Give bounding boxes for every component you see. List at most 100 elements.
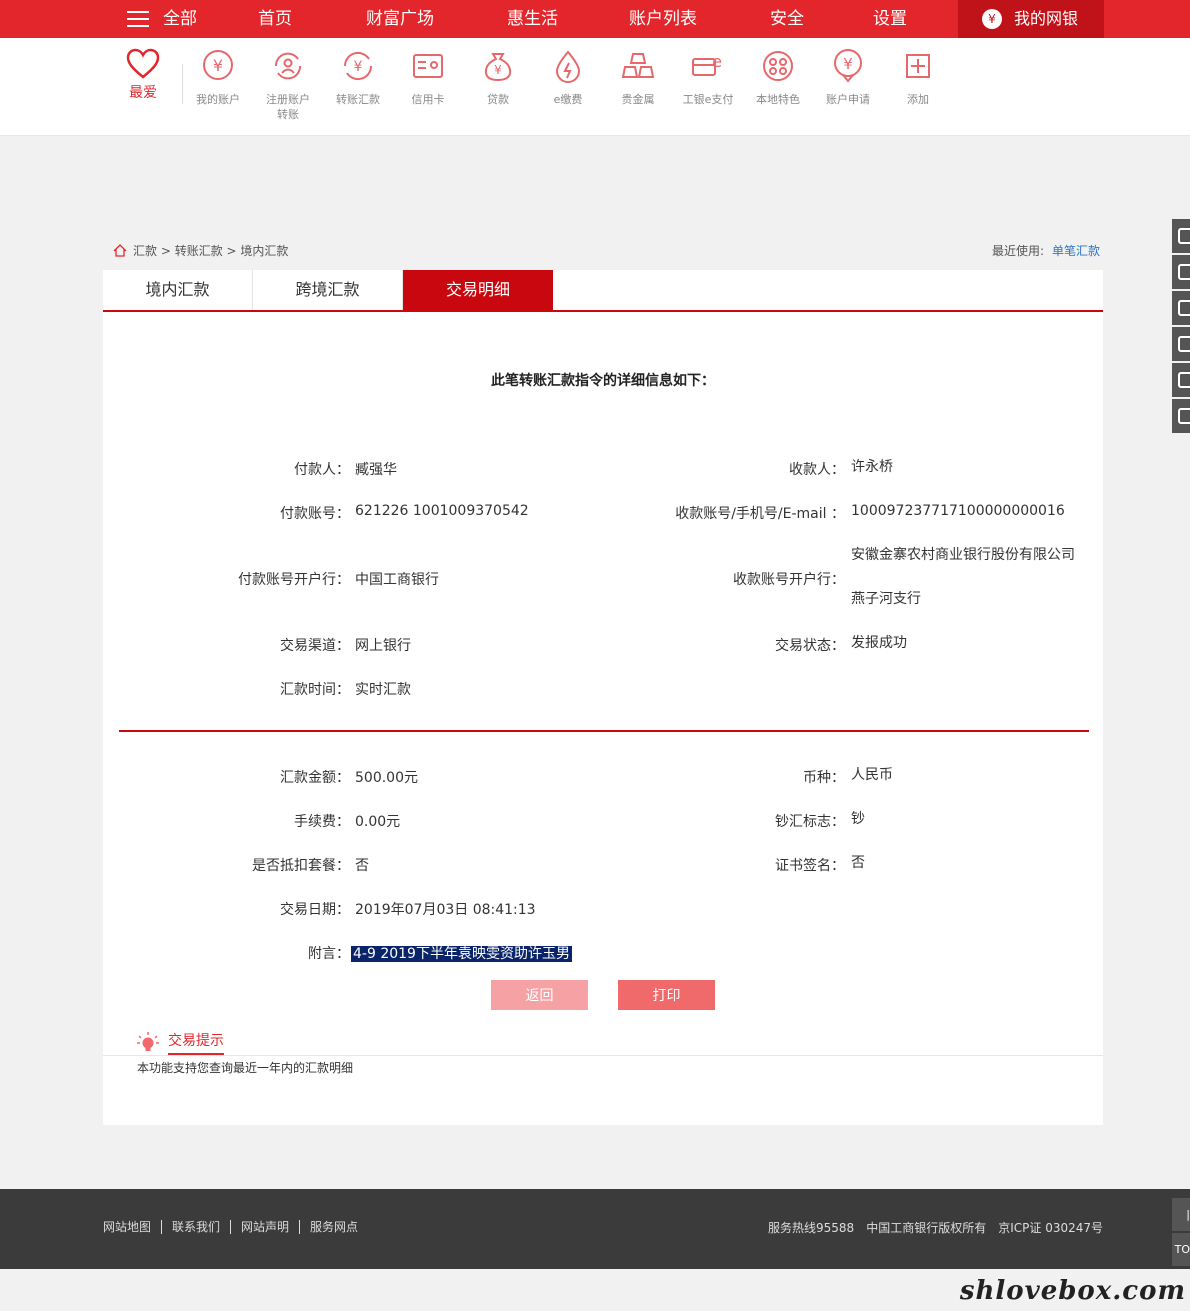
back-button[interactable]: 返回 xyxy=(491,980,588,1010)
payee-account-label: 收款账号/手机号/E-mail ： xyxy=(675,506,845,522)
cash-flag-value: 钞 xyxy=(851,811,865,827)
footer-link-sitemap[interactable]: 网站地图 xyxy=(103,1220,161,1234)
breadcrumb-item-transfer[interactable]: 转账汇款 xyxy=(175,242,223,259)
footer-links: 网站地图 联系我们 网站声明 服务网点 xyxy=(103,1220,368,1234)
svg-text:e: e xyxy=(712,52,722,71)
quick-icbc-epay[interactable]: e 工银e支付 xyxy=(673,48,743,107)
to-top-button[interactable]: TO xyxy=(1172,1233,1190,1266)
side-send-icon[interactable] xyxy=(1172,255,1190,289)
refresh-user-icon xyxy=(274,52,302,80)
yen-bubble-icon: ¥ xyxy=(203,50,233,80)
payee-bank-line2: 燕子河支行 xyxy=(851,591,921,607)
quick-e-payment[interactable]: e缴费 xyxy=(533,48,603,107)
status-value: 发报成功 xyxy=(851,635,907,651)
nav-life[interactable]: 惠生活 xyxy=(507,0,558,38)
drop-bolt-icon xyxy=(555,50,581,83)
currency-label: 币种： xyxy=(803,770,845,786)
footer-link-statement[interactable]: 网站声明 xyxy=(230,1220,299,1234)
nav-accounts[interactable]: 账户列表 xyxy=(629,0,697,38)
footer: 网站地图 联系我们 网站声明 服务网点 服务热线95588 中国工商银行版权所有… xyxy=(0,1189,1190,1269)
payee-account-value: 100097237717100000000016 xyxy=(851,503,1065,519)
tips-text: 本功能支持您查询最近一年内的汇款明细 xyxy=(137,1061,354,1075)
footer-link-contact[interactable]: 联系我们 xyxy=(161,1220,230,1234)
nav-settings[interactable]: 设置 xyxy=(873,0,907,38)
heart-icon xyxy=(126,48,160,79)
payee-bank-line1: 安徽金寨农村商业银行股份有限公司 xyxy=(851,547,1075,563)
lightbulb-icon xyxy=(137,1031,159,1051)
money-bag-icon: ¥ xyxy=(484,53,512,82)
breadcrumb: 汇款 > 转账汇款 > 境内汇款 xyxy=(113,242,288,259)
quick-account-apply[interactable]: ¥ 账户申请 xyxy=(813,48,883,107)
quick-credit-card[interactable]: 信用卡 xyxy=(393,48,463,107)
nav-security[interactable]: 安全 xyxy=(770,0,804,38)
memo-label: 附言： xyxy=(308,946,350,962)
side-toolbar xyxy=(1172,219,1190,435)
quick-local-feature[interactable]: 本地特色 xyxy=(743,48,813,107)
nav-home[interactable]: 首页 xyxy=(258,0,292,38)
favorites-label: 最爱 xyxy=(129,85,157,101)
breadcrumb-separator: > xyxy=(222,243,241,258)
tab-domestic[interactable]: 境内汇款 xyxy=(103,270,253,310)
currency-value: 人民币 xyxy=(851,767,893,783)
recent-used-label: 最近使用: xyxy=(991,244,1044,258)
menu-icon[interactable] xyxy=(127,11,149,27)
remit-time-label: 汇款时间： xyxy=(280,682,350,698)
quick-registered-transfer[interactable]: 注册账户 转账 xyxy=(253,48,323,122)
transfer-icon: ¥ xyxy=(343,51,373,81)
credit-card-icon xyxy=(413,54,443,78)
tab-cross-border[interactable]: 跨境汇款 xyxy=(253,270,403,310)
quick-loan[interactable]: ¥ 贷款 xyxy=(463,48,533,107)
home-icon[interactable] xyxy=(113,244,127,257)
svg-text:¥: ¥ xyxy=(494,63,502,77)
side-mail-icon[interactable] xyxy=(1172,363,1190,397)
payer-bank-value: 中国工商银行 xyxy=(355,572,439,588)
channel-value: 网上银行 xyxy=(355,638,411,654)
my-bank-button[interactable]: ¥ 我的网银 xyxy=(958,0,1104,38)
svg-text:¥: ¥ xyxy=(354,59,363,75)
quick-add[interactable]: 添加 xyxy=(883,48,953,107)
quick-my-account[interactable]: ¥ 我的账户 xyxy=(183,48,253,107)
quick-transfer[interactable]: ¥ 转账汇款 xyxy=(323,48,393,107)
side-gift-icon[interactable] xyxy=(1172,219,1190,253)
plus-square-icon xyxy=(906,54,930,78)
favorites-button[interactable]: 最爱 xyxy=(118,48,168,102)
top-nav: 全部 首页 财富广场 惠生活 账户列表 安全 设置 ¥ 我的网银 xyxy=(0,0,1190,38)
detail-title: 此笔转账汇款指令的详细信息如下： xyxy=(491,373,715,389)
fee-label: 手续费： xyxy=(294,814,350,830)
yen-pin-icon: ¥ xyxy=(834,49,862,83)
trade-date-label: 交易日期： xyxy=(280,902,350,918)
print-button[interactable]: 打印 xyxy=(618,980,715,1010)
side-camera-icon[interactable] xyxy=(1172,291,1190,325)
footer-copyright: 中国工商银行版权所有 xyxy=(866,1221,987,1235)
tips-title: 交易提示 xyxy=(168,1030,224,1055)
breadcrumb-item-domestic[interactable]: 境内汇款 xyxy=(240,242,288,259)
footer-link-outlets[interactable]: 服务网点 xyxy=(299,1220,368,1234)
tab-transaction-detail[interactable]: 交易明细 xyxy=(403,270,553,310)
local-feature-icon xyxy=(763,51,793,81)
side-calendar-icon[interactable] xyxy=(1172,327,1190,361)
amount-value: 500.00元 xyxy=(355,770,418,786)
gold-bars-icon xyxy=(621,53,655,78)
nav-all[interactable]: 全部 xyxy=(163,0,197,38)
trade-date-value: 2019年07月03日 08:41:13 xyxy=(355,902,536,918)
channel-label: 交易渠道： xyxy=(280,638,350,654)
side-service-icon[interactable] xyxy=(1172,399,1190,433)
remit-time-value: 实时汇款 xyxy=(355,682,411,698)
footer-hotline: 服务热线95588 xyxy=(768,1221,855,1235)
quick-precious-metal[interactable]: 贵金属 xyxy=(603,48,673,107)
quick-access-bar: 最爱 ¥ 我的账户 注册账户 转账 ¥ 转账汇款 信用卡 ¥ 贷款 e缴费 贵金… xyxy=(0,38,1190,136)
back-to-top[interactable]: | TO xyxy=(1172,1198,1190,1268)
breadcrumb-separator: > xyxy=(157,243,175,258)
breadcrumb-item-remit[interactable]: 汇款 xyxy=(133,242,157,259)
footer-info: 服务热线95588 中国工商银行版权所有 京ICP证 030247号 xyxy=(768,1219,1103,1236)
my-bank-label: 我的网银 xyxy=(1014,9,1079,28)
payee-value: 许永桥 xyxy=(851,459,893,475)
nav-wealth[interactable]: 财富广场 xyxy=(366,0,434,38)
watermark: shlovebox.com xyxy=(959,1276,1186,1306)
collapse-icon[interactable]: | xyxy=(1172,1198,1190,1231)
payee-label: 收款人： xyxy=(789,462,845,478)
recent-used-link[interactable]: 单笔汇款 xyxy=(1052,244,1100,258)
svg-text:¥: ¥ xyxy=(213,56,223,75)
epay-card-icon: e xyxy=(692,52,722,76)
status-label: 交易状态： xyxy=(775,638,845,654)
